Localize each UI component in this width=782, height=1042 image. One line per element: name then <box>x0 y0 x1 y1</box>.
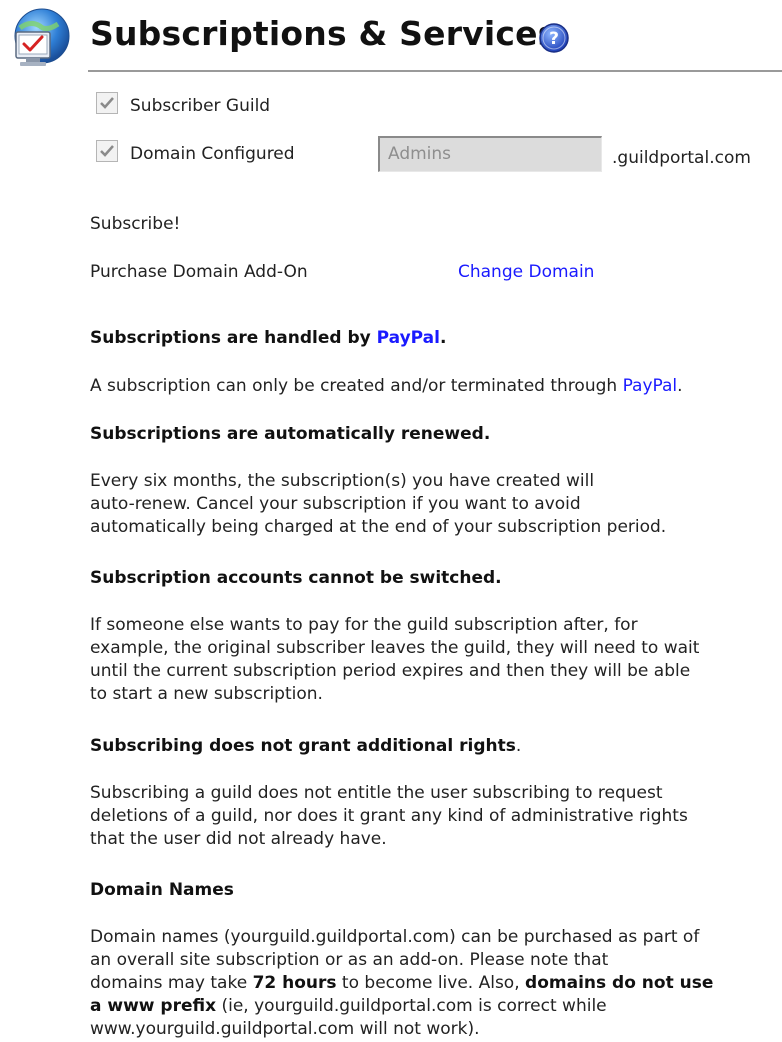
subscriber-guild-label: Subscriber Guild <box>130 96 271 116</box>
purchase-domain-link[interactable]: Purchase Domain Add-On <box>90 262 308 282</box>
domain-names-line: domains may take 72 hours to become live… <box>90 972 713 995</box>
switching-line: to start a new subscription. <box>90 684 323 704</box>
domain-names-text: to become live. Also, <box>336 973 526 993</box>
domain-configured-label: Domain Configured <box>130 144 295 164</box>
switching-line: If someone else wants to pay for the gui… <box>90 615 638 635</box>
domain-names-line: Domain names (yourguild.guildportal.com)… <box>90 927 700 947</box>
domain-suffix: .guildportal.com <box>612 148 751 168</box>
rights-heading: Subscribing does not grant additional ri… <box>90 736 521 756</box>
paypal-body-text: A subscription can only be created and/o… <box>90 376 623 396</box>
renewal-line: auto-renew. Cancel your subscription if … <box>90 494 581 514</box>
subscriber-guild-checkbox[interactable] <box>96 92 118 114</box>
domain-names-text: (ie, yourguild.guildportal.com is correc… <box>216 996 607 1016</box>
domain-names-line: a www prefix (ie, yourguild.guildportal.… <box>90 995 713 1018</box>
domain-names-hours: 72 hours <box>252 973 337 993</box>
renewal-line: Every six months, the subscription(s) yo… <box>90 471 595 491</box>
renewal-body: Every six months, the subscription(s) yo… <box>90 470 666 539</box>
paypal-body-link[interactable]: PayPal <box>623 376 678 396</box>
domain-names-text: domains may take <box>90 973 253 993</box>
rights-body: Subscribing a guild does not entitle the… <box>90 782 688 851</box>
rights-line: Subscribing a guild does not entitle the… <box>90 783 663 803</box>
domain-names-line: an overall site subscription or as an ad… <box>90 950 609 970</box>
change-domain-link[interactable]: Change Domain <box>458 262 594 282</box>
switching-line: until the current subscription period ex… <box>90 661 691 681</box>
header-divider <box>88 70 782 72</box>
paypal-link[interactable]: PayPal <box>377 328 440 348</box>
paypal-heading-text: Subscriptions are handled by <box>90 328 377 348</box>
switching-body: If someone else wants to pay for the gui… <box>90 614 699 706</box>
domain-name-input[interactable]: Admins <box>378 136 602 172</box>
domain-names-heading: Domain Names <box>90 880 234 900</box>
subscriptions-computer-icon <box>14 8 70 66</box>
paypal-body-end: . <box>677 376 683 396</box>
page-header: Subscriptions & Services ? <box>0 0 782 80</box>
rights-line: deletions of a guild, nor does it grant … <box>90 806 688 826</box>
svg-text:?: ? <box>549 29 559 49</box>
switching-line: example, the original subscriber leaves … <box>90 638 700 658</box>
checkmark-icon <box>100 145 114 157</box>
domain-names-body: Domain names (yourguild.guildportal.com)… <box>90 926 713 1041</box>
domain-names-line: www.yourguild.guildportal.com will not w… <box>90 1019 480 1039</box>
domain-names-www-prefix: a www prefix <box>90 996 217 1016</box>
rights-heading-text: Subscribing does not grant additional ri… <box>90 736 516 756</box>
checkmark-icon <box>100 97 114 109</box>
paypal-body: A subscription can only be created and/o… <box>90 376 683 396</box>
domain-names-www-note: domains do not use <box>525 973 714 993</box>
rights-line: that the user did not already have. <box>90 829 387 849</box>
renewal-line: automatically being charged at the end o… <box>90 517 667 537</box>
domain-configured-checkbox[interactable] <box>96 140 118 162</box>
renewal-heading: Subscriptions are automatically renewed. <box>90 424 491 444</box>
switching-heading: Subscription accounts cannot be switched… <box>90 568 502 588</box>
paypal-heading-end: . <box>439 328 447 348</box>
page-title: Subscriptions & Services <box>90 14 558 53</box>
help-icon[interactable]: ? <box>537 21 571 55</box>
rights-heading-end: . <box>515 736 522 756</box>
subscribe-link[interactable]: Subscribe! <box>90 214 180 234</box>
paypal-heading: Subscriptions are handled by PayPal. <box>90 328 446 348</box>
